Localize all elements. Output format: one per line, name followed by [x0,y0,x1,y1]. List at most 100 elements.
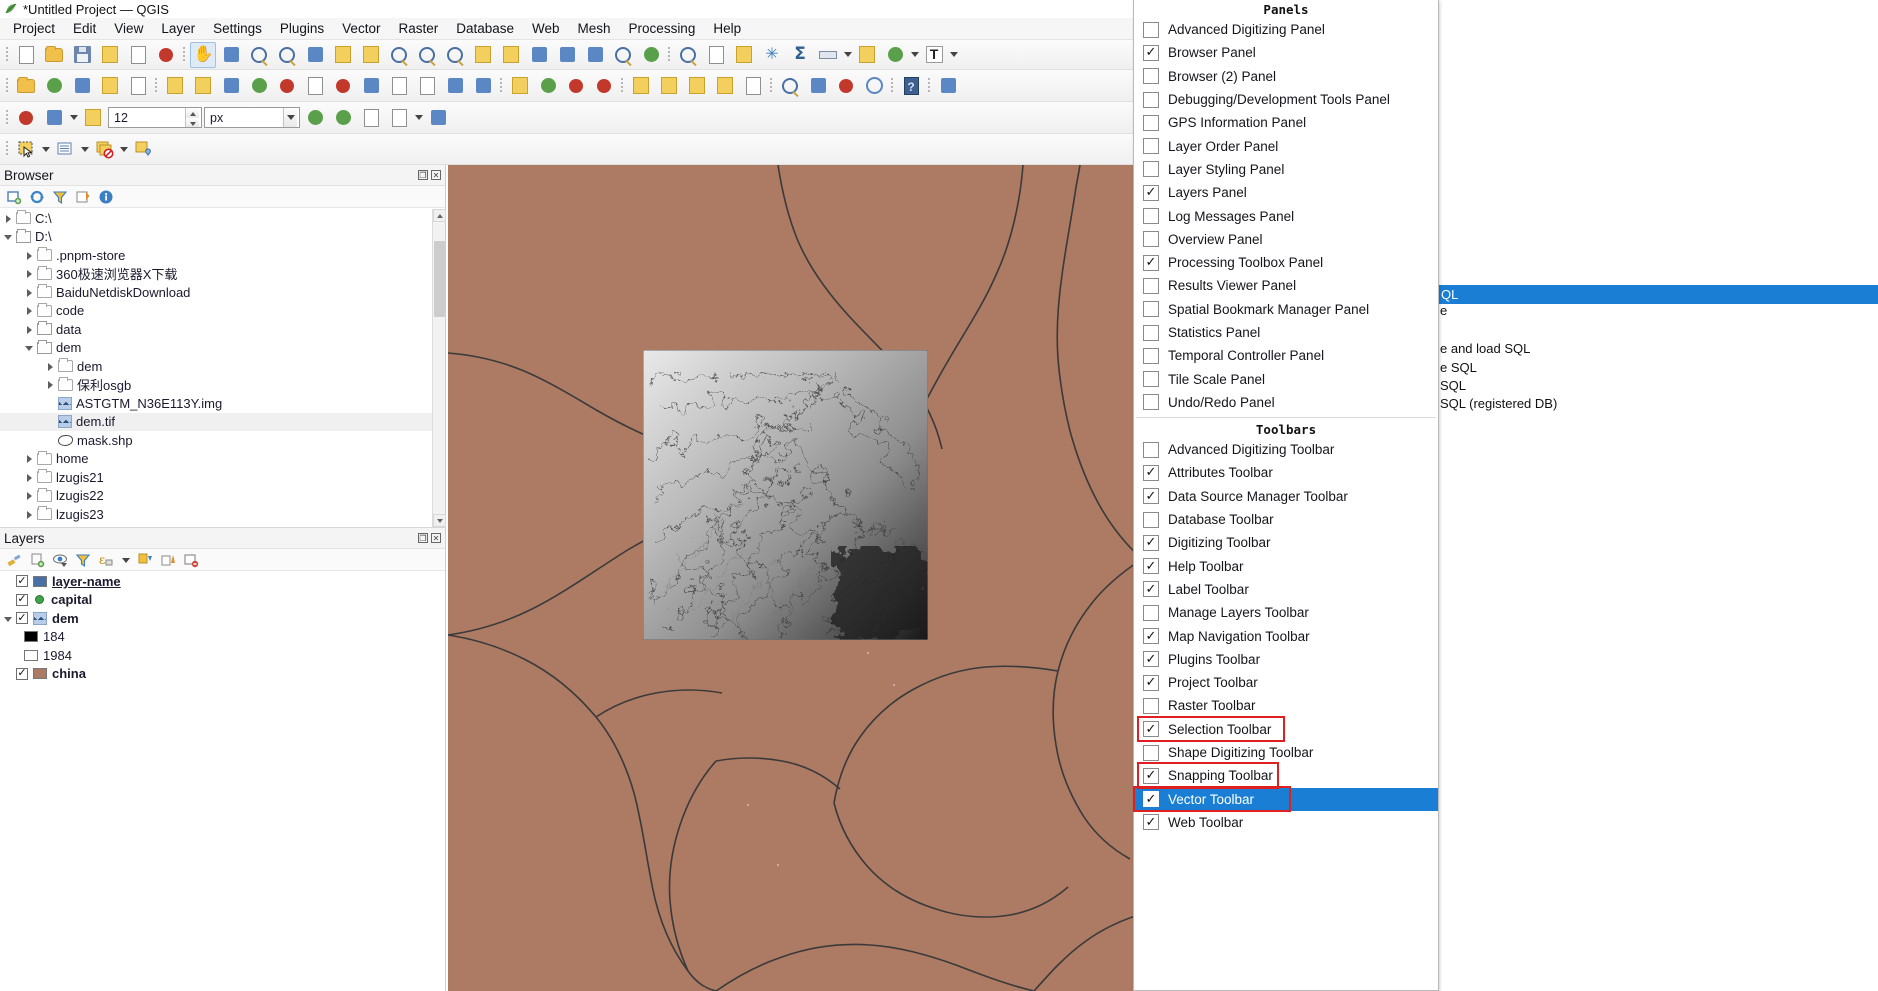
menu-item-debugging-development-tools-panel[interactable]: Debugging/Development Tools Panel [1134,88,1438,111]
menu-item-checkbox[interactable]: ✓ [1143,465,1159,481]
menu-project[interactable]: Project [4,19,64,38]
menu-item-spatial-bookmark-manager-panel[interactable]: Spatial Bookmark Manager Panel [1134,298,1438,321]
browser-scrollbar[interactable] [432,209,445,527]
osm-place-search-button[interactable] [777,73,803,99]
menu-item-data-source-manager-toolbar[interactable]: ✓Data Source Manager Toolbar [1134,485,1438,508]
browser-tree-item[interactable]: data [0,320,432,339]
snapping-tolerance-spinner[interactable] [185,108,199,127]
tree-expander-right-icon[interactable] [25,269,34,278]
pan-map-button[interactable]: ✋ [190,42,216,68]
menu-item-layer-order-panel[interactable]: Layer Order Panel [1134,134,1438,157]
menu-item-checkbox[interactable] [1143,512,1159,528]
toolbar-grip[interactable] [4,45,11,65]
paste-features-button[interactable] [414,73,440,99]
processing-toolbox-button[interactable]: ✳ [759,42,785,68]
label-toolbar-button[interactable] [507,73,533,99]
new-project-button[interactable] [13,42,39,68]
menu-edit[interactable]: Edit [64,19,105,38]
menu-item-checkbox[interactable] [1143,698,1159,714]
layer-tree-item[interactable]: ✓layer-name [0,572,445,591]
avoid-overlap-caret[interactable] [415,115,423,120]
menu-item-help-toolbar[interactable]: ✓Help Toolbar [1134,555,1438,578]
layer-tree-item[interactable]: ✓dem [0,609,445,628]
browser-scroll-thumb[interactable] [434,241,445,317]
refresh-map-button[interactable] [582,42,608,68]
diagram-button[interactable] [563,73,589,99]
zoom-to-selection-button[interactable] [330,42,356,68]
menu-item-shape-digitizing-toolbar[interactable]: Shape Digitizing Toolbar [1134,741,1438,764]
background-menu-item-2[interactable]: e [1440,303,1447,318]
menu-item-database-toolbar[interactable]: Database Toolbar [1134,508,1438,531]
filter-legend-icon[interactable] [75,552,91,568]
browser-tree-item[interactable]: mask.shp [0,431,432,450]
current-edits-button[interactable] [162,73,188,99]
layer-styling-button[interactable] [535,73,561,99]
menu-item-digitizing-toolbar[interactable]: ✓Digitizing Toolbar [1134,531,1438,554]
tree-expander-right-icon[interactable] [25,325,34,334]
tracing-button[interactable] [425,105,451,131]
new-print-layout-button[interactable] [125,42,151,68]
zoom-out-button[interactable] [274,42,300,68]
browser-tree[interactable]: C:\D:\.pnpm-store360极速浏览器X下载BaiduNetdisk… [0,209,432,527]
layer-tree-item[interactable]: 184 [0,628,445,647]
snapping-toolbar-grip[interactable] [4,108,11,128]
deselect-features-caret[interactable] [120,147,128,152]
menu-item-checkbox[interactable] [1143,231,1159,247]
add-raster-layer-button[interactable] [69,73,95,99]
menu-settings[interactable]: Settings [204,19,271,38]
menu-item-checkbox[interactable]: ✓ [1143,628,1159,644]
menu-item-checkbox[interactable] [1143,92,1159,108]
pan-to-selection-button[interactable] [218,42,244,68]
selection-toolbar-grip[interactable] [4,139,11,159]
new-bookmark-button[interactable] [554,42,580,68]
menu-plugins[interactable]: Plugins [271,19,333,38]
menu-item-snapping-toolbar[interactable]: ✓Snapping Toolbar [1134,764,1438,787]
browser-tree-item[interactable]: lzugis21 [0,468,432,487]
browser-tree-item[interactable]: lzugis22 [0,487,432,506]
select-by-value-caret[interactable] [81,147,89,152]
cut-features-button[interactable] [358,73,384,99]
toolbar-grip-7[interactable] [619,76,626,96]
menu-item-checkbox[interactable]: ✓ [1143,45,1159,61]
menu-item-checkbox[interactable] [1143,278,1159,294]
layer-visibility-checkbox[interactable]: ✓ [16,668,28,680]
menu-item-map-navigation-toolbar[interactable]: ✓Map Navigation Toolbar [1134,624,1438,647]
menu-item-checkbox[interactable] [1143,22,1159,38]
browser-tree-item[interactable]: home [0,450,432,469]
menu-item-results-viewer-panel[interactable]: Results Viewer Panel [1134,274,1438,297]
menu-item-checkbox[interactable] [1143,605,1159,621]
menu-item-project-toolbar[interactable]: ✓Project Toolbar [1134,671,1438,694]
menu-help[interactable]: Help [704,19,750,38]
copy-features-button[interactable] [386,73,412,99]
temporal-controller-button[interactable] [610,42,636,68]
background-menu-item-3[interactable]: e and load SQL [1440,341,1530,356]
annotation-button[interactable] [882,42,908,68]
self-snapping-button[interactable] [358,105,384,131]
menu-item-checkbox[interactable]: ✓ [1143,255,1159,271]
tree-expander-right-icon[interactable] [25,251,34,260]
select-features-caret[interactable] [42,147,50,152]
browser-tree-item[interactable]: lzugis23 [0,505,432,524]
plugin-e-button[interactable] [740,73,766,99]
browser-tree-item[interactable]: D:\ [0,228,432,247]
zoom-in-button[interactable] [246,42,272,68]
menu-item-raster-toolbar[interactable]: Raster Toolbar [1134,694,1438,717]
text-annotation-button[interactable]: T [921,42,947,68]
python-console-button[interactable] [805,73,831,99]
menu-item-plugins-toolbar[interactable]: ✓Plugins Toolbar [1134,648,1438,671]
add-selected-layers-icon[interactable] [6,189,22,205]
menu-item-checkbox[interactable]: ✓ [1143,814,1159,830]
menu-item-checkbox[interactable]: ✓ [1143,581,1159,597]
refresh-button[interactable] [638,42,664,68]
menu-item-layers-panel[interactable]: ✓Layers Panel [1134,181,1438,204]
expression-filter-caret[interactable] [122,558,130,563]
collapse-all-icon[interactable] [75,189,91,205]
tree-expander-right-icon[interactable] [25,454,34,463]
background-menu-item-5[interactable]: SQL [1440,378,1466,393]
menu-item-checkbox[interactable] [1143,301,1159,317]
open-layer-styling-panel-icon[interactable] [6,552,22,568]
menu-item-undo-redo-panel[interactable]: Undo/Redo Panel [1134,391,1438,414]
browser-tree-item[interactable]: BaiduNetdiskDownload [0,283,432,302]
menu-item-checkbox[interactable]: ✓ [1143,535,1159,551]
menu-item-checkbox[interactable]: ✓ [1143,488,1159,504]
